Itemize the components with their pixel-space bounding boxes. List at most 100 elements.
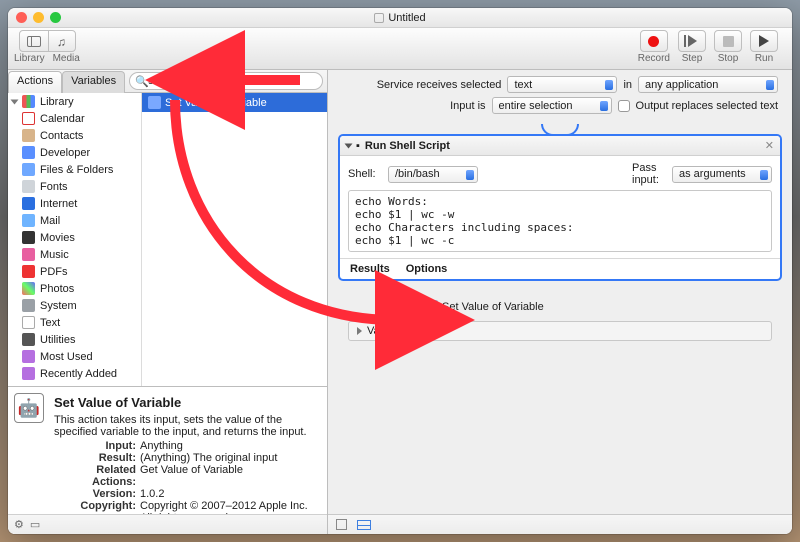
library-item[interactable]: Internet (8, 195, 141, 212)
cfg-replaces-label: Output replaces selected text (636, 100, 778, 112)
minimize-window-button[interactable] (33, 12, 44, 23)
cfg-type-popup[interactable]: text (507, 76, 617, 93)
library-item[interactable]: Files & Folders (8, 161, 141, 178)
category-icon (22, 367, 35, 380)
library-item[interactable]: Utilities (8, 331, 141, 348)
shell-script-textarea[interactable]: echo Words: echo $1 | wc -w echo Charact… (348, 190, 772, 252)
result-item-label: Set Value of Variable (165, 97, 267, 109)
workflow-canvas[interactable]: ▪ Run Shell Script ✕ Shell: /bin/bash Pa… (328, 124, 792, 514)
media-icon (57, 35, 67, 48)
media-label: Media (53, 53, 80, 64)
results-tab[interactable]: Results (350, 263, 390, 275)
disclosure-icon[interactable] (345, 143, 353, 148)
tab-actions[interactable]: Actions (8, 71, 62, 93)
stop-button[interactable] (714, 30, 742, 52)
library-item[interactable]: Developer (8, 144, 141, 161)
desc-value: Get Value of Variable (140, 464, 317, 488)
library-item[interactable]: Recently Added (8, 365, 141, 382)
library-item-label: Text (40, 317, 60, 329)
library-item[interactable]: Calendar (8, 110, 141, 127)
library-item[interactable]: Text (8, 314, 141, 331)
record-button[interactable] (640, 30, 668, 52)
gear-icon[interactable]: ⚙︎ (14, 518, 24, 531)
library-item[interactable]: Photos (8, 280, 141, 297)
terminal-icon: ▪ (356, 140, 360, 152)
desc-title: Set Value of Variable (54, 395, 317, 410)
library-item-label: PDFs (40, 266, 68, 278)
category-icon (22, 129, 35, 142)
stop-label: Stop (718, 53, 739, 64)
library-tree[interactable]: Library Calendar ContactsDeveloper Files &… (8, 93, 142, 386)
stop-icon (723, 36, 734, 47)
desc-value: (Anything) The original input (140, 452, 317, 464)
desc-value: Anything (140, 440, 317, 452)
options-tab[interactable]: Options (406, 263, 448, 275)
library-toggle[interactable] (19, 30, 49, 52)
view-list-icon[interactable] (357, 520, 371, 530)
category-icon (22, 248, 35, 261)
library-item[interactable]: Music (8, 246, 141, 263)
library-item-label: Most Used (40, 351, 93, 363)
category-icon (22, 299, 35, 312)
status-bar (328, 514, 792, 534)
library-item[interactable]: Most Used (8, 348, 141, 365)
desc-key: Result: (54, 452, 140, 464)
variable-accordion[interactable]: Variable (348, 321, 772, 341)
library-item-label: Recently Added (40, 368, 117, 380)
library-item-label: Utilities (40, 334, 75, 346)
library-item[interactable]: Fonts (8, 178, 141, 195)
library-root[interactable]: Library (40, 96, 74, 108)
layout-icon[interactable]: ▭ (30, 518, 40, 531)
view-flow-icon[interactable] (336, 519, 347, 530)
step-button[interactable] (678, 30, 706, 52)
record-icon (648, 36, 659, 47)
close-window-button[interactable] (16, 12, 27, 23)
titlebar: Untitled (8, 8, 792, 28)
search-input[interactable] (129, 72, 323, 90)
category-icon (22, 282, 35, 295)
category-icon (22, 197, 35, 210)
desc-value: 1.0.2 (140, 488, 317, 500)
result-item[interactable]: Set Value of Variable (142, 93, 327, 112)
shell-popup[interactable]: /bin/bash (388, 166, 478, 183)
add-icon: + (439, 314, 453, 328)
run-button[interactable] (750, 30, 778, 52)
cfg-receives-label: Service receives selected (377, 79, 502, 91)
library-item[interactable]: PDFs (8, 263, 141, 280)
action-run-shell-script[interactable]: ▪ Run Shell Script ✕ Shell: /bin/bash Pa… (338, 134, 782, 281)
workflow-config: Service receives selected text in any ap… (328, 70, 792, 124)
library-tabbar: Actions Variables (8, 70, 125, 92)
automator-window: Untitled Library Media Record Step Stop (8, 8, 792, 534)
run-label: Run (755, 53, 773, 64)
cfg-inputis-label: Input is (450, 100, 485, 112)
category-icon (22, 214, 35, 227)
drag-ghost: Set Value of Variable + ↖ (425, 300, 544, 313)
library-item-label: Mail (40, 215, 60, 227)
library-item-label: Internet (40, 198, 77, 210)
passinput-popup[interactable]: as arguments (672, 166, 772, 183)
panel-icon (27, 36, 41, 47)
action-connector (338, 124, 782, 134)
library-item[interactable]: Movies (8, 229, 141, 246)
library-item[interactable]: Contacts (8, 127, 141, 144)
library-label: Library (14, 53, 45, 64)
shell-label: Shell: (348, 168, 382, 180)
toolbar: Library Media Record Step Stop Run (8, 28, 792, 70)
tab-variables[interactable]: Variables (62, 71, 125, 93)
library-item-label: Calendar (40, 113, 85, 125)
drag-ghost-label: Set Value of Variable (442, 301, 544, 313)
category-icon (22, 146, 35, 159)
zoom-window-button[interactable] (50, 12, 61, 23)
cfg-app-popup[interactable]: any application (638, 76, 778, 93)
library-item-label: Files & Folders (40, 164, 113, 176)
desc-text: This action takes its input, sets the va… (54, 414, 317, 438)
cfg-selection-popup[interactable]: entire selection (492, 97, 612, 114)
media-toggle[interactable] (48, 30, 76, 52)
search-results[interactable]: Set Value of Variable (142, 93, 327, 386)
record-label: Record (638, 53, 670, 64)
library-item[interactable]: Mail (8, 212, 141, 229)
remove-action-button[interactable]: ✕ (765, 139, 774, 152)
cfg-replaces-checkbox[interactable] (618, 100, 630, 112)
desc-key: Version: (54, 488, 140, 500)
library-item[interactable]: System (8, 297, 141, 314)
